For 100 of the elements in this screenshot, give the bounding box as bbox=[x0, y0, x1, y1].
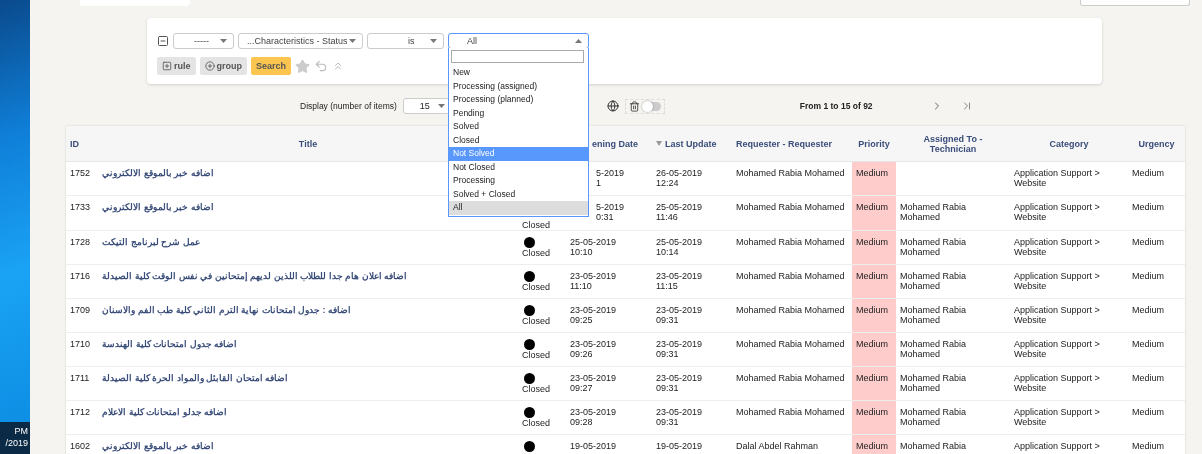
category-text: Application Support > bbox=[1014, 441, 1100, 451]
technician-text: Mohamed Rabia Mohamed bbox=[900, 373, 967, 393]
id-text: 1728 bbox=[70, 237, 91, 247]
plus-square-icon bbox=[162, 61, 172, 71]
status-text: Closed bbox=[522, 384, 550, 394]
undo-icon[interactable] bbox=[314, 59, 329, 73]
requester-text: Mohamed Rabia Mohamed bbox=[736, 373, 845, 383]
priority-cell: Medium bbox=[852, 195, 896, 231]
status-text: Closed bbox=[522, 418, 550, 428]
status-dot bbox=[524, 271, 535, 282]
status-select[interactable]: All bbox=[448, 33, 589, 49]
ticket-title-link[interactable]: اضافه خبر بالموقع الالكتروني bbox=[102, 168, 214, 178]
requester-text: Mohamed Rabia Mohamed bbox=[736, 407, 845, 417]
priority-cell: Medium bbox=[852, 264, 896, 299]
select-field[interactable]: is bbox=[367, 33, 444, 49]
ticket-title-link[interactable]: اضافه خبر بالموقع الالكتروني bbox=[102, 441, 214, 451]
last-update-text: 23-05-2019 09:31 bbox=[656, 305, 704, 325]
ticket-title-link[interactable]: اضافه اعلان هام جدا للطلاب اللذين لديهم إمتحانين في نفس الوقت كلية الصيدلة bbox=[102, 271, 407, 281]
urgency-text: Medium bbox=[1132, 168, 1164, 178]
column-header[interactable]: Category bbox=[1010, 126, 1128, 162]
category-text: Application Support > Website bbox=[1014, 305, 1100, 325]
ticket-title-link[interactable]: عمل شرح لبرنامج التيكت bbox=[102, 237, 200, 247]
technician-text: Mohamed Rabia Mohamed bbox=[900, 271, 967, 291]
category-text: Application Support > Website bbox=[1014, 168, 1100, 188]
plus-circle-icon bbox=[204, 61, 215, 71]
priority-cell: Medium bbox=[852, 400, 896, 435]
urgency-text: Medium bbox=[1132, 271, 1164, 281]
urgency-text: Medium bbox=[1132, 237, 1164, 247]
id-text: 1711 bbox=[70, 373, 90, 383]
last-update-text: 23-05-2019 09:31 bbox=[656, 339, 704, 359]
requester-text: Mohamed Rabia Mohamed bbox=[736, 168, 845, 178]
status-text: Closed bbox=[522, 350, 550, 360]
dropdown-option[interactable]: Processing (assigned) bbox=[449, 79, 588, 93]
ticket-title-link[interactable]: اضافه جدلو امتحانات كلية الاعلام bbox=[102, 407, 227, 417]
status-dot bbox=[524, 441, 535, 452]
last-update-text: 23-05-2019 09:31 bbox=[656, 407, 704, 427]
column-header[interactable]: Urgency bbox=[1128, 126, 1185, 162]
dropdown-option[interactable]: Solved + Closed bbox=[449, 187, 588, 201]
toggle-switch[interactable] bbox=[642, 101, 661, 111]
opening-date-text: 23-05-2019 09:28 bbox=[570, 407, 618, 427]
last-update-text: 23-05-2019 09:31 bbox=[656, 373, 704, 393]
id-text: 1709 bbox=[70, 305, 91, 315]
caret-icon bbox=[220, 39, 227, 43]
ticket-title-link[interactable]: اضافه خبر بالموقع الالكتروني bbox=[102, 202, 214, 212]
dropdown-option[interactable]: Pending bbox=[449, 106, 588, 120]
opening-date-text: 5-2019 0:31 bbox=[595, 202, 626, 222]
technician-text: Mohamed Rabia Mohamed bbox=[900, 237, 967, 257]
last-update-text: 25-05-2019 10:14 bbox=[656, 237, 704, 257]
last-update-text: 26-05-2019 12:24 bbox=[656, 168, 704, 188]
opening-date-text: 23-05-2019 09:26 bbox=[570, 339, 618, 359]
column-header[interactable]: ID bbox=[66, 126, 98, 162]
last-update-text: 19-05-2019 bbox=[656, 441, 704, 451]
collapse-icon[interactable] bbox=[157, 35, 169, 47]
ticket-title-link[interactable]: اضافه امتحان القابئل والمواد الحرة كلية الصيدلة bbox=[102, 373, 288, 383]
category-text: Application Support > Website bbox=[1014, 202, 1100, 222]
dropdown-option[interactable]: Processing bbox=[449, 174, 588, 188]
technician-text: Mohamed Rabia Mohamed bbox=[900, 339, 967, 359]
globe-icon[interactable] bbox=[606, 100, 619, 112]
category-text: Application Support > Website bbox=[1014, 373, 1100, 393]
dropdown-search-field[interactable] bbox=[451, 50, 584, 63]
category-text: Application Support > Website bbox=[1014, 237, 1100, 257]
add-group-button[interactable]: group bbox=[199, 57, 247, 75]
last-update-text: 23-05-2019 11:15 bbox=[656, 271, 704, 291]
category-text: Application Support > Website bbox=[1014, 339, 1100, 359]
status-dot bbox=[524, 339, 535, 350]
urgency-text: Medium bbox=[1132, 339, 1164, 349]
opening-date-text: 23-05-2019 09:27 bbox=[570, 373, 618, 393]
search-button[interactable]: Search bbox=[251, 57, 292, 75]
select-field[interactable]: ----- bbox=[173, 33, 234, 49]
caret-icon bbox=[575, 39, 582, 43]
sort-icon bbox=[656, 141, 662, 147]
page-size-select[interactable]: 15 bbox=[402, 98, 450, 114]
ticket-title-link[interactable]: اضافه جدول امتحانات كلية الهندسة bbox=[102, 339, 237, 349]
status-text: Closed bbox=[522, 248, 550, 258]
status-text: Closed bbox=[522, 220, 550, 230]
requester-text: Dalal Abdel Rahman bbox=[736, 441, 819, 451]
add-rule-button[interactable]: rule bbox=[157, 57, 196, 75]
id-text: 1602 bbox=[70, 441, 91, 451]
dropdown-option[interactable]: Not Closed bbox=[449, 160, 588, 174]
status-text: Closed bbox=[522, 316, 550, 326]
trash-icon[interactable] bbox=[628, 100, 640, 112]
category-text: Application Support > Website bbox=[1014, 271, 1100, 291]
urgency-text: Medium bbox=[1132, 305, 1164, 315]
dropdown-option[interactable]: All bbox=[449, 201, 588, 215]
column-header[interactable]: Last Update bbox=[652, 126, 732, 162]
column-header[interactable]: Assigned To - Technician bbox=[896, 126, 1010, 162]
technician-text: Mohamed Rabia Mohamed bbox=[900, 305, 967, 325]
column-header[interactable]: Requester - Requester bbox=[732, 126, 852, 162]
technician-text: Mohamed Rabia Mohamed bbox=[900, 202, 967, 222]
star-icon[interactable] bbox=[295, 58, 311, 74]
priority-cell: Medium bbox=[852, 434, 896, 454]
select-field[interactable]: ...Characteristics - Status bbox=[238, 33, 363, 49]
status-dot bbox=[524, 407, 535, 418]
ticket-title-link[interactable]: اضافه : جدول امتحانات نهاية الترم الثاني كلية طب الفم والاسنان bbox=[102, 305, 351, 315]
requester-text: Mohamed Rabia Mohamed bbox=[736, 305, 845, 315]
column-header[interactable]: Priority bbox=[852, 126, 896, 162]
dropdown-option[interactable]: New bbox=[449, 66, 588, 80]
technician-text: Mohamed Rabia Mohamed bbox=[900, 407, 967, 427]
opening-date-text: 23-05-2019 09:25 bbox=[570, 305, 618, 325]
dropdown-option[interactable]: Processing (planned) bbox=[449, 93, 588, 107]
